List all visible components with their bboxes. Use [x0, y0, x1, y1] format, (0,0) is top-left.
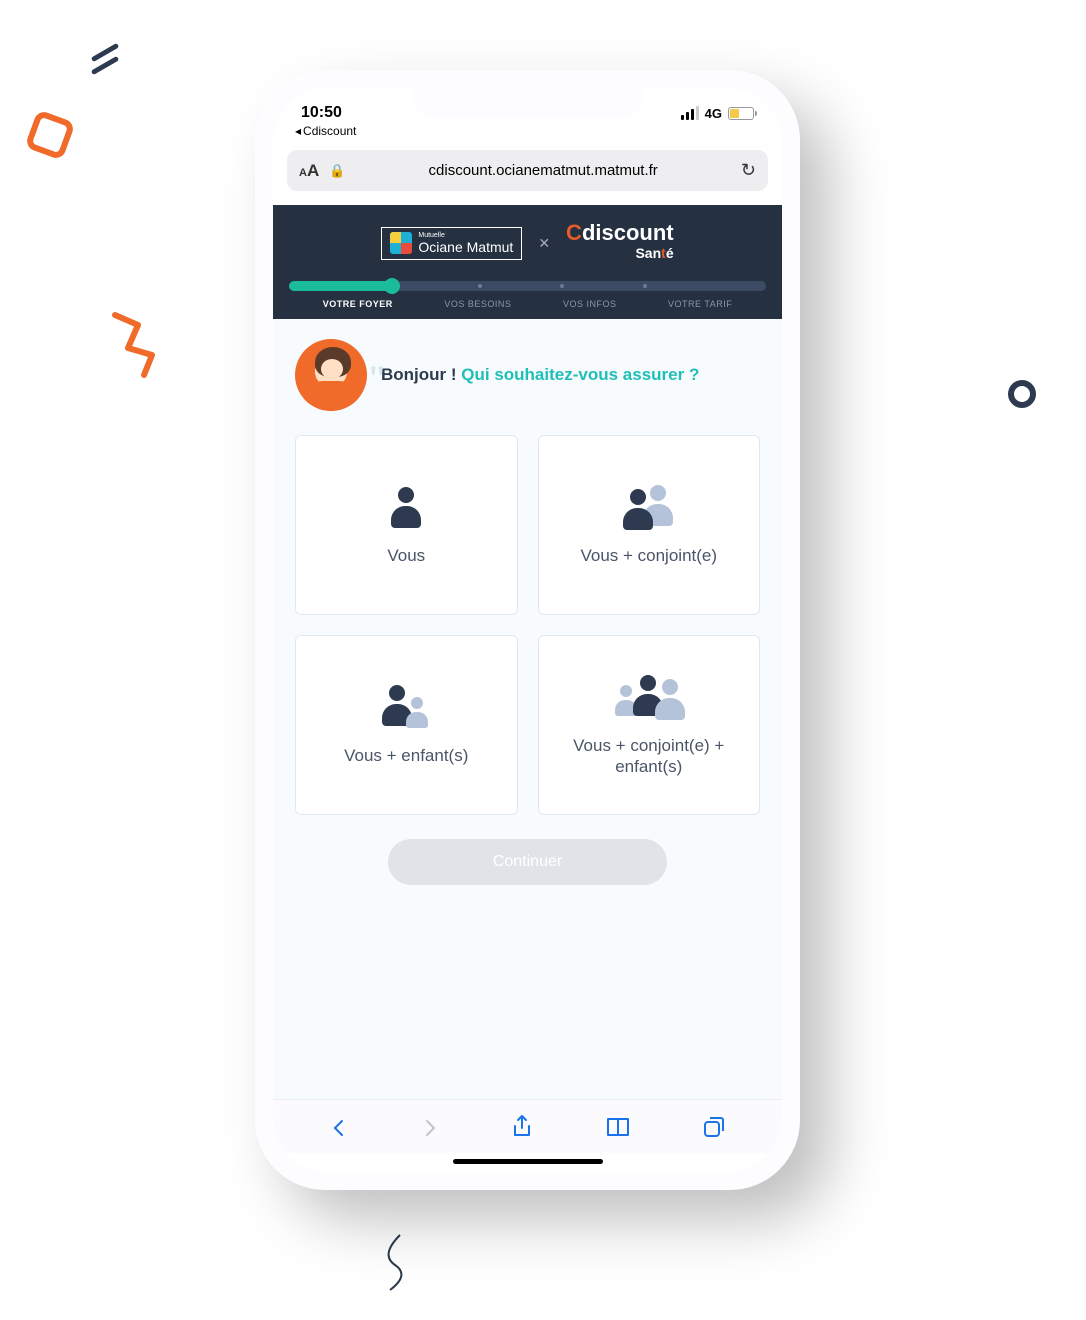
main-content: Bonjour ! Qui souhaitez-vous assurer ? V…: [273, 319, 782, 1099]
phone-screen: 10:50 4G ◂ Cdiscount AA 🔒 cdiscount.ocia…: [273, 88, 782, 1172]
greeting-row: Bonjour ! Qui souhaitez-vous assurer ?: [295, 339, 760, 411]
text-size-button[interactable]: AA: [299, 161, 319, 181]
person-child-icon: [378, 683, 434, 731]
nav-forward-button[interactable]: [420, 1117, 440, 1145]
greeting-text: Bonjour ! Qui souhaitez-vous assurer ?: [381, 365, 699, 385]
option-label: Vous + conjoint(e) + enfant(s): [551, 735, 748, 778]
bookmarks-button[interactable]: [605, 1116, 631, 1145]
step-label[interactable]: VOS BESOINS: [444, 299, 511, 309]
option-label: Vous + conjoint(e): [580, 545, 717, 566]
brand-separator: ✕: [538, 235, 550, 252]
back-app-label: Cdiscount: [303, 124, 356, 138]
network-label: 4G: [705, 106, 722, 121]
option-vous-enfants[interactable]: Vous + enfant(s): [295, 635, 518, 815]
family-icon: [613, 673, 685, 721]
back-caret-icon: ◂: [295, 124, 301, 138]
nav-back-button[interactable]: [329, 1117, 349, 1145]
continue-button[interactable]: Continuer: [388, 839, 667, 885]
option-vous[interactable]: Vous: [295, 435, 518, 615]
option-vous-conjoint-enfants[interactable]: Vous + conjoint(e) + enfant(s): [538, 635, 761, 815]
brand-super: Mutuelle: [418, 232, 513, 239]
person-icon: [382, 483, 430, 531]
browser-toolbar: [273, 1099, 782, 1153]
option-label: Vous: [387, 545, 425, 566]
phone-notch: [413, 88, 643, 118]
decoration-circle: [1008, 380, 1036, 408]
tabs-button[interactable]: [702, 1115, 726, 1146]
ociane-matmut-logo: Mutuelle Ociane Matmut: [381, 227, 522, 260]
back-to-app[interactable]: ◂ Cdiscount: [273, 124, 782, 146]
decoration-square: [24, 109, 75, 160]
signal-icon: [681, 106, 699, 120]
header-banner: Mutuelle Ociane Matmut ✕ Cdiscount Santé: [273, 205, 782, 319]
lock-icon: 🔒: [329, 163, 345, 179]
decoration-dashes: [90, 50, 120, 68]
status-time: 10:50: [301, 104, 342, 122]
step-label[interactable]: VOTRE TARIF: [668, 299, 732, 309]
progress-steps: VOTRE FOYER VOS BESOINS VOS INFOS VOTRE …: [289, 281, 766, 309]
decoration-squiggle: [370, 1230, 430, 1300]
home-indicator[interactable]: [453, 1159, 603, 1164]
option-label: Vous + enfant(s): [344, 745, 468, 766]
decoration-zigzag: [110, 300, 190, 380]
option-vous-conjoint[interactable]: Vous + conjoint(e): [538, 435, 761, 615]
phone-frame: 10:50 4G ◂ Cdiscount AA 🔒 cdiscount.ocia…: [255, 70, 800, 1190]
assistant-avatar: [295, 339, 367, 411]
people-icon: [619, 483, 679, 531]
brand-name: Ociane Matmut: [418, 239, 513, 255]
battery-icon: [728, 107, 754, 120]
share-button[interactable]: [511, 1114, 533, 1147]
step-label[interactable]: VOS INFOS: [563, 299, 617, 309]
cdiscount-sante-logo: Cdiscount Santé: [566, 223, 674, 263]
url-text: cdiscount.ocianematmut.matmut.fr: [355, 162, 730, 179]
refresh-icon[interactable]: ↻: [741, 160, 756, 181]
address-bar[interactable]: AA 🔒 cdiscount.ocianematmut.matmut.fr ↻: [287, 150, 768, 191]
step-label[interactable]: VOTRE FOYER: [323, 299, 393, 309]
